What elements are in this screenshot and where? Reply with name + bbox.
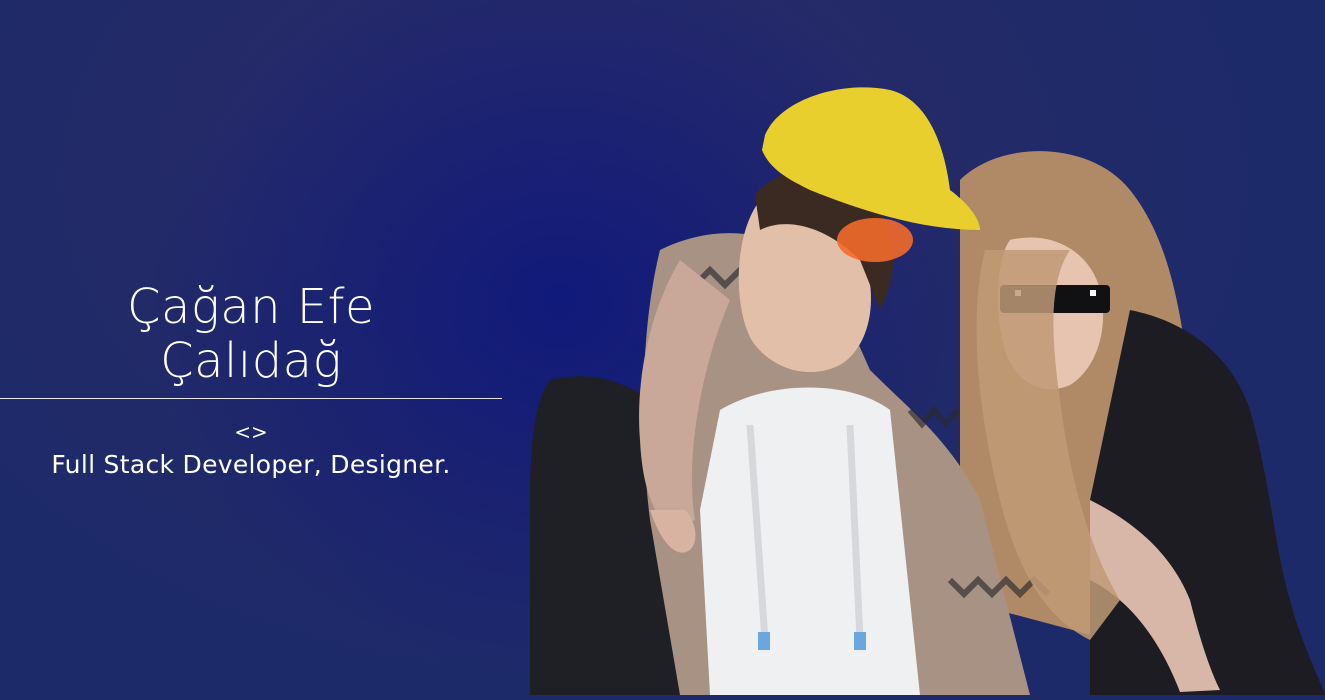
title-divider: [0, 398, 502, 399]
jacket-right: [1090, 310, 1325, 695]
portrait-photo: [530, 80, 1325, 695]
string-tip-left: [758, 632, 770, 650]
sunglasses-pixel-highlight-2: [1090, 290, 1096, 296]
name-line-first: Çağan Efe: [126, 279, 376, 335]
page-title: Çağan Efe Çalıdağ: [0, 280, 502, 388]
code-brackets-icon: <>: [234, 420, 268, 444]
hero-section: Çağan Efe Çalıdağ <> Full Stack Develope…: [0, 0, 1325, 700]
string-tip-right: [854, 632, 866, 650]
name-line-last: Çalıdağ: [160, 333, 342, 389]
red-sunglasses: [837, 218, 913, 262]
intro-block: Çağan Efe Çalıdağ <> Full Stack Develope…: [0, 280, 502, 481]
portrait-illustration: [530, 87, 1325, 695]
role-subtitle: Full Stack Developer, Designer.: [51, 450, 451, 479]
white-hoodie: [700, 387, 920, 695]
